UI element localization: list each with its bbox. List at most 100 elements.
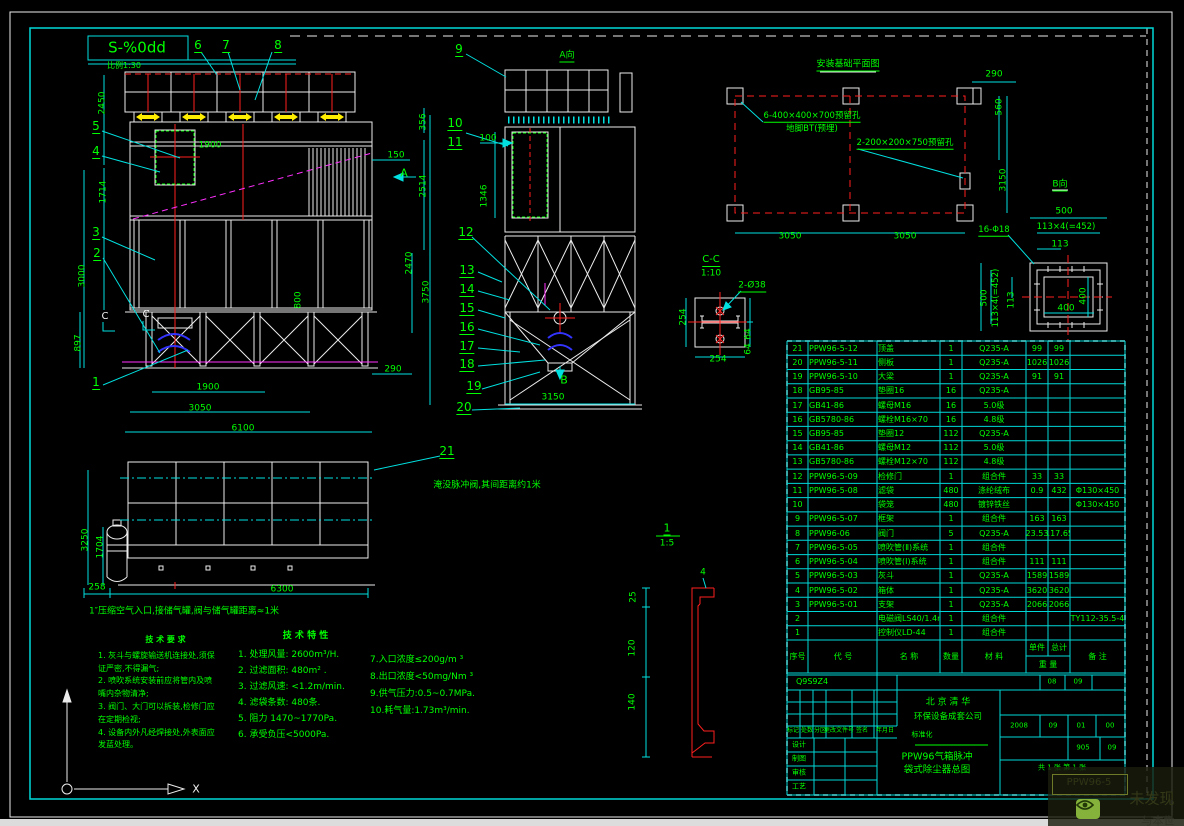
tb-label: 标准化 <box>911 730 933 739</box>
part-ref-18: 18 <box>459 357 475 372</box>
dim-2470: 2470 <box>404 251 415 275</box>
tb-label: 标记 <box>786 727 800 734</box>
part-ref-3: 3 <box>92 225 100 240</box>
dim-254v: 254 <box>678 308 689 326</box>
dim-3050-f2: 3050 <box>893 231 917 242</box>
view-title-b: B向 <box>1052 179 1068 192</box>
part-ref-21: 21 <box>439 444 455 459</box>
product-name-2: 袋式除尘器总图 <box>903 764 971 776</box>
foundation-title: 安装基础平面图 <box>816 59 880 72</box>
tb-label: 处数 <box>800 727 814 734</box>
dim-2450: 2450 <box>97 91 108 115</box>
section-mark-c: C <box>142 309 150 320</box>
dim-560: 560 <box>994 98 1005 116</box>
tb-code: Q9S9Z4 <box>795 677 829 686</box>
note-air-inlet: 1″压缩空气入口,接储气罐,阀与储气罐距离≈1米 <box>88 606 280 617</box>
dim-800: 800 <box>293 291 304 309</box>
tb-cell: 08 <box>1047 677 1057 686</box>
dim-356: 356 <box>418 113 429 131</box>
part-ref-17: 17 <box>459 339 475 354</box>
tb-label: 设计 <box>792 740 806 749</box>
labels-layer: S-%0dd 比例1:30 2450 5 4 1714 3 2 3000 897 1 1900 800 C… <box>0 0 1184 826</box>
view-arrow-a: A <box>400 166 408 180</box>
dim-6300: 6300 <box>270 584 294 595</box>
part-ref-8: 8 <box>274 38 282 53</box>
part-ref-9: 9 <box>455 42 463 57</box>
note-holes-2: 2-200×200×750预留孔 <box>856 137 954 150</box>
dim-16d18: 16-Φ18 <box>978 224 1010 237</box>
dim-290: 290 <box>384 364 402 375</box>
part-ref-2: 2 <box>93 246 101 261</box>
dim-3150-side: 3150 <box>541 392 565 403</box>
dim-400v: 400 <box>1078 287 1089 305</box>
dim-258: 258 <box>88 582 106 593</box>
company-line1: 北 京 清 华 <box>925 697 971 708</box>
dim-3050: 3050 <box>188 403 212 414</box>
note-valve: 淹没脉冲阀,其间距离约1米 <box>433 480 541 491</box>
dim-1714: 1714 <box>98 180 109 204</box>
part-ref-5: 5 <box>92 119 100 134</box>
dim-500v: 500 <box>979 289 990 307</box>
part-ref-1: 1 <box>92 375 100 390</box>
dim-500: 500 <box>1055 206 1073 217</box>
dim-140: 140 <box>627 693 638 711</box>
dim-64a: 64 <box>743 328 754 340</box>
tb-value: 01 <box>1076 721 1086 730</box>
part-ref-7: 7 <box>222 38 230 53</box>
drawing-number-box <box>1052 774 1128 795</box>
part-ref-11: 11 <box>447 135 463 150</box>
dim-6100: 6100 <box>231 423 255 434</box>
dim-3750: 3750 <box>421 280 432 304</box>
tb-label: 更改文件号 <box>823 727 855 734</box>
section-mark-c: C <box>101 311 109 322</box>
company-line2: 环保设备成套公司 <box>913 711 983 722</box>
sheet-scale: 比例1:30 <box>107 61 141 70</box>
tb-value: 00 <box>1105 721 1115 730</box>
dim-2d38: 2-Ø38 <box>738 280 766 293</box>
tb-value: 2008 <box>1010 721 1028 730</box>
detail-scale: 1:5 <box>659 538 675 549</box>
dim-113: 113 <box>1051 239 1069 250</box>
note-holes-6b: 地脚BT(预埋) <box>786 123 838 134</box>
dim-3150-f: 3150 <box>998 168 1009 192</box>
part-ref-20: 20 <box>456 400 472 415</box>
dim-3250: 3250 <box>80 528 91 552</box>
axis-x-label: X <box>192 782 200 796</box>
part-ref-13: 13 <box>459 263 475 278</box>
dim-897: 897 <box>73 334 84 352</box>
part-ref-15: 15 <box>459 301 475 316</box>
dim-100: 100 <box>479 133 497 144</box>
dim-113x4v: 113×4(=452) <box>990 268 1001 328</box>
sheet-title: S-%0dd <box>108 38 166 57</box>
section-scale-cc: 1:10 <box>700 268 722 279</box>
dim-25: 25 <box>628 591 639 603</box>
view-title-a: A向 <box>559 50 575 63</box>
part-ref-6: 6 <box>194 38 202 53</box>
tb-label: 签名 <box>855 727 869 734</box>
dim-1704: 1704 <box>95 535 106 559</box>
dim-400: 400 <box>1057 303 1075 314</box>
tb-value: 905 <box>1076 743 1090 752</box>
section-title-cc: C-C <box>702 254 720 267</box>
part-ref-10: 10 <box>447 116 463 131</box>
dim-1900: 1900 <box>196 382 220 393</box>
tb-value: 09 <box>1048 721 1058 730</box>
dim-254: 254 <box>709 354 727 365</box>
note-holes-6: 6-400×400×700预留孔 <box>763 110 861 123</box>
tb-cell: 09 <box>1073 677 1083 686</box>
part-ref-16: 16 <box>459 320 475 335</box>
part-ref-14: 14 <box>459 282 475 297</box>
dim-150: 150 <box>387 150 405 161</box>
tb-label: 工艺 <box>792 782 806 791</box>
part-ref-12: 12 <box>458 225 474 240</box>
detail-number: 1 <box>663 521 671 536</box>
cad-drawing-sheet: 技 术 要 求 1. 灰斗与螺旋输送机连接处,须保 证严密,不得漏气; 2. 喷吹… <box>0 0 1184 826</box>
dim-113x4: 113×4(=452) <box>1036 221 1096 232</box>
dim-4: 4 <box>700 567 706 578</box>
dim-2514: 2514 <box>418 174 429 198</box>
dim-1346: 1346 <box>479 184 490 208</box>
dim-64b: 64 <box>743 343 754 355</box>
tb-value: 09 <box>1107 743 1117 752</box>
nvidia-eye-icon[interactable] <box>1076 799 1100 819</box>
dim-3000: 3000 <box>77 264 88 288</box>
